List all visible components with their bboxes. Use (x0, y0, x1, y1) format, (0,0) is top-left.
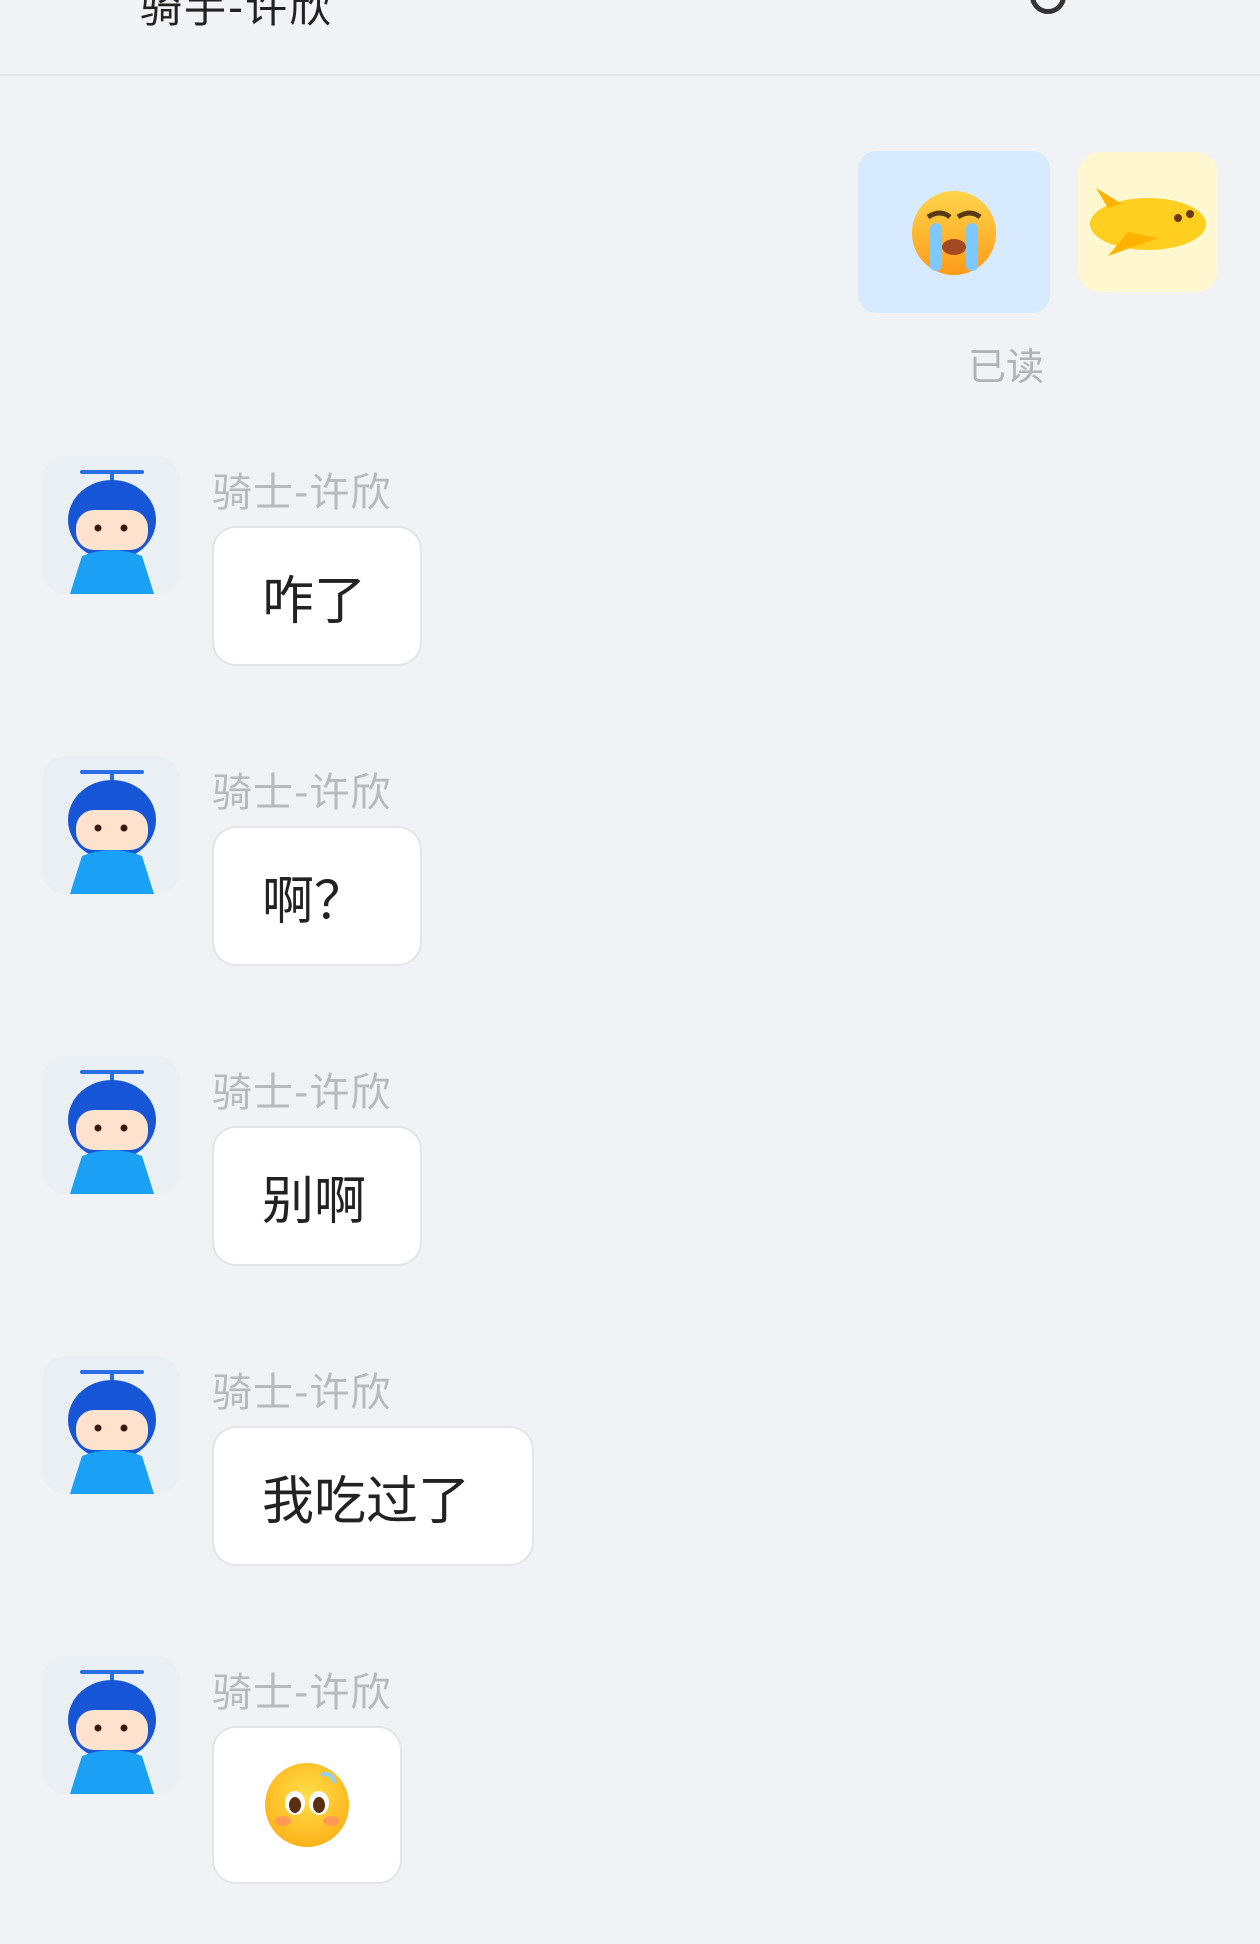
crying-emoji-sticker (912, 191, 996, 275)
sent-sticker-message[interactable] (858, 151, 1050, 313)
rider-avatar-icon (68, 1070, 156, 1194)
sender-name: 骑士-许欣 (212, 770, 392, 816)
rider-avatar[interactable] (42, 1356, 180, 1494)
sender-name: 骑士-许欣 (212, 1370, 392, 1416)
rider-avatar-icon (68, 470, 156, 594)
message-bubble[interactable]: 啊？ (212, 826, 422, 966)
my-avatar[interactable] (1078, 152, 1218, 292)
sender-name: 骑士-许欣 (212, 1070, 392, 1116)
airplane-avatar-icon (1090, 188, 1206, 256)
rider-avatar[interactable] (42, 456, 180, 594)
settings-icon[interactable] (1030, 0, 1066, 14)
rider-avatar[interactable] (42, 1056, 180, 1194)
message-bubble[interactable]: 我吃过了 (212, 1426, 534, 1566)
rider-avatar[interactable] (42, 1656, 180, 1794)
emoji-message-bubble[interactable] (212, 1726, 402, 1884)
read-status: 已读 (968, 345, 1045, 389)
sender-name: 骑士-许欣 (212, 470, 392, 516)
blushing-emoji-icon (265, 1763, 349, 1847)
message-bubble[interactable]: 咋了 (212, 526, 422, 666)
message-bubble[interactable]: 别啊 (212, 1126, 422, 1266)
sender-name: 骑士-许欣 (212, 1670, 392, 1716)
rider-avatar-icon (68, 1670, 156, 1794)
rider-avatar[interactable] (42, 756, 180, 894)
chat-header: 骑手-许欣 (0, 0, 1260, 76)
rider-avatar-icon (68, 1370, 156, 1494)
rider-avatar-icon (68, 770, 156, 894)
chat-title: 骑手-许欣 (140, 0, 334, 32)
